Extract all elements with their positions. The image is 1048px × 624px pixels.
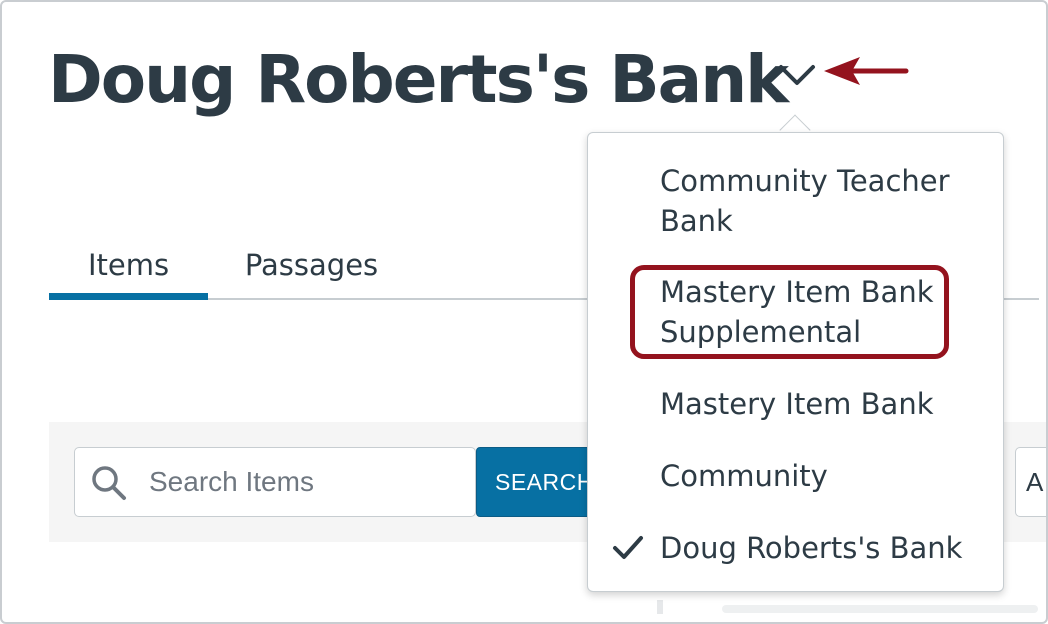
content-divider bbox=[657, 600, 663, 614]
bank-dropdown-menu: Community Teacher Bank Mastery Item Bank… bbox=[587, 132, 1004, 592]
menu-item-community-teacher-bank[interactable]: Community Teacher Bank bbox=[660, 161, 990, 241]
filter-select[interactable]: A bbox=[1015, 447, 1046, 517]
bank-dropdown-button[interactable] bbox=[777, 57, 817, 97]
menu-item-doug-roberts-bank[interactable]: Doug Roberts's Bank bbox=[660, 528, 990, 568]
tab-passages[interactable]: Passages bbox=[224, 230, 399, 300]
tab-items[interactable]: Items bbox=[49, 230, 208, 300]
content-placeholder bbox=[722, 605, 1038, 613]
search-icon bbox=[92, 466, 126, 500]
bank-title-row: Doug Roberts's Bank bbox=[48, 40, 789, 120]
bank-title: Doug Roberts's Bank bbox=[48, 41, 789, 118]
chevron-down-icon bbox=[779, 65, 815, 85]
search-field[interactable] bbox=[74, 447, 476, 517]
search-button-label: SEARCH bbox=[495, 468, 594, 495]
tab-items-label: Items bbox=[87, 248, 170, 282]
menu-item-mastery-item-bank-supplemental[interactable]: Mastery Item Bank Supplemental bbox=[660, 272, 990, 352]
annotation-arrow-icon bbox=[824, 57, 909, 85]
filter-select-value: A bbox=[1026, 466, 1044, 497]
app-frame: Doug Roberts's Bank Items Passages SEARC… bbox=[0, 0, 1048, 624]
search-input[interactable] bbox=[149, 462, 459, 502]
menu-item-community[interactable]: Community bbox=[660, 456, 990, 496]
active-tab-indicator bbox=[49, 293, 208, 300]
check-icon bbox=[613, 536, 643, 559]
menu-item-mastery-item-bank[interactable]: Mastery Item Bank bbox=[660, 384, 990, 424]
tab-passages-label: Passages bbox=[244, 248, 379, 282]
